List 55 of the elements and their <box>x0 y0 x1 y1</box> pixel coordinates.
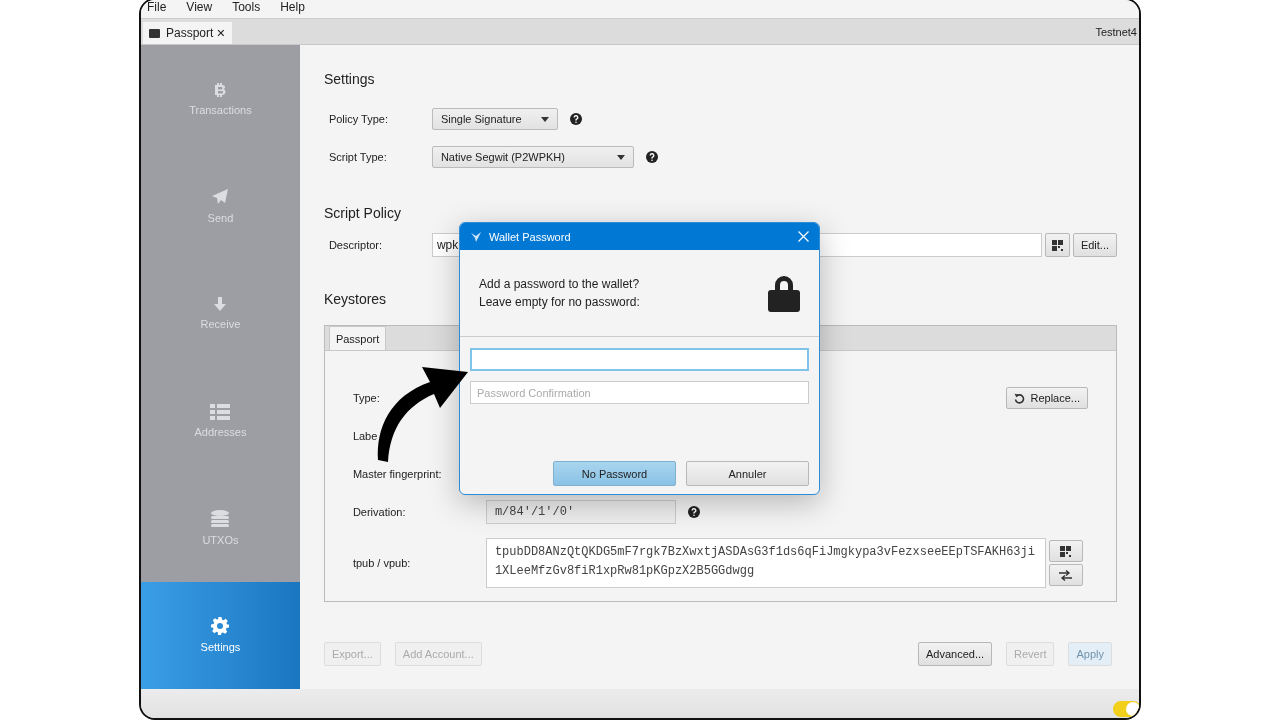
menu-item[interactable]: View <box>186 0 213 14</box>
qr-code-button[interactable] <box>1048 540 1083 562</box>
swap-arrows-icon <box>1059 569 1073 581</box>
caret-icon <box>616 154 625 160</box>
caret-icon <box>540 116 549 122</box>
wallet-tab[interactable]: Passport ✕ <box>143 22 232 44</box>
password-confirmation-field[interactable]: Password Confirmation <box>470 381 809 404</box>
xpub-field[interactable]: tpubDD8ANzQtQKDG5mF7rgk7BzXwxtjASDAsG3f1ds6qFiJmgkypa3vFezxseeEEpTSFAKH63ji1XLeeMfzGv8fiR1xpRw81pKGpzX2B5GGdwgg <box>485 538 1046 588</box>
field-label: Master fingerprint: <box>352 468 443 480</box>
field-label: Descriptor: <box>328 239 384 251</box>
wallet-icon <box>149 28 160 38</box>
dialog-message: Add a password to the wallet? <box>479 276 640 293</box>
field-label: Derivation: <box>352 506 407 518</box>
menu-item[interactable]: Help <box>280 0 305 14</box>
dialog-button[interactable]: Annuler <box>686 461 809 486</box>
down-arrow-icon <box>212 296 229 313</box>
dialog-title: Wallet Password <box>489 230 571 243</box>
bird-icon <box>470 230 482 243</box>
padlock-icon <box>768 274 800 312</box>
script-type-dropdown[interactable]: Native Segwit (P2WPKH) <box>431 146 634 168</box>
menu-item[interactable]: File <box>147 0 167 14</box>
dialog-button[interactable]: No Password <box>553 461 676 486</box>
policy-type-dropdown[interactable]: Single Signature <box>431 108 558 130</box>
help-icon[interactable] <box>645 151 658 163</box>
edit-button[interactable]: Edit... <box>1072 233 1117 257</box>
paper-plane-icon <box>211 188 230 206</box>
settings-icon <box>211 617 230 636</box>
field-label: Script Type: <box>328 151 388 163</box>
section-heading: Settings <box>323 71 375 87</box>
bitcoin-icon <box>214 81 227 98</box>
field-label: tpub / vpub: <box>352 557 412 569</box>
replace-button[interactable]: Replace... <box>1006 387 1088 409</box>
coins-icon <box>210 509 231 528</box>
keystore-tab[interactable]: Passport <box>328 326 387 350</box>
sidebar-item[interactable]: Settings <box>141 581 300 689</box>
section-heading: Keystores <box>323 291 387 307</box>
qr-code-icon <box>1051 239 1063 251</box>
help-icon[interactable] <box>687 506 700 518</box>
list-icon <box>210 403 231 420</box>
password-field[interactable] <box>470 348 809 371</box>
footer-button[interactable]: Advanced... <box>917 642 993 666</box>
undo-icon <box>1014 392 1026 404</box>
menu-item[interactable]: Tools <box>232 0 261 14</box>
network-label: Testnet4 <box>1095 25 1138 38</box>
toggle-switch[interactable] <box>1113 700 1139 717</box>
derivation-field[interactable]: m/84'/1'/0' <box>485 500 676 524</box>
close-icon[interactable] <box>798 231 809 242</box>
dialog-message: Leave empty for no password: <box>479 294 640 311</box>
field-label: Labe <box>352 430 379 442</box>
help-icon[interactable] <box>569 113 582 125</box>
qr-code-button[interactable] <box>1044 233 1070 257</box>
field-label: Policy Type: <box>328 113 389 125</box>
section-heading: Script Policy <box>323 205 401 221</box>
qr-code-icon <box>1060 545 1072 557</box>
swap-button[interactable] <box>1048 564 1083 586</box>
